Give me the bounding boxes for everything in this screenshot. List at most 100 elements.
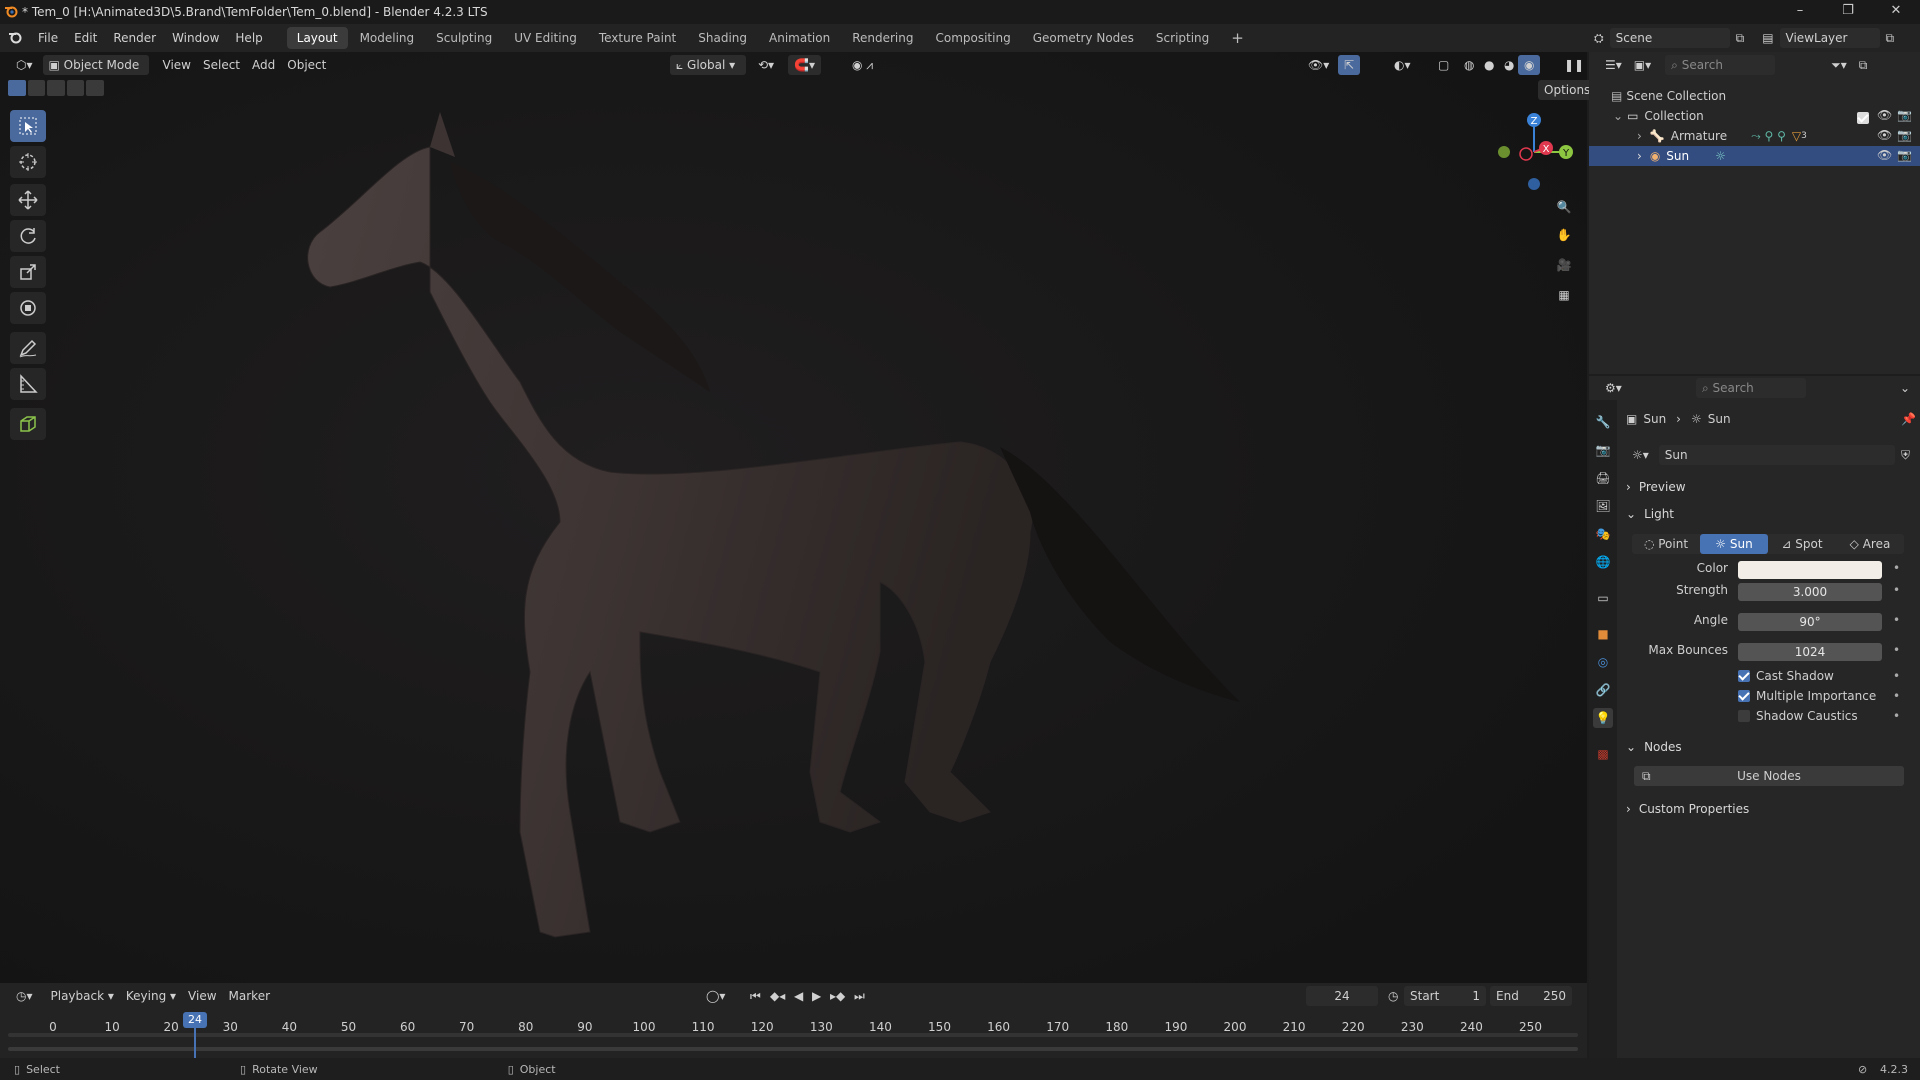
light-type-area[interactable]: ◇ Area (1836, 534, 1904, 554)
tab-compositing[interactable]: Compositing (925, 27, 1020, 49)
cursor-tool[interactable] (10, 146, 46, 178)
texture-tab-icon[interactable]: ▩ (1593, 744, 1613, 764)
playhead-line[interactable] (194, 1028, 196, 1058)
start-frame-field[interactable]: Start 1 (1404, 986, 1486, 1006)
tab-scripting[interactable]: Scripting (1146, 27, 1219, 49)
transform-orientation-dropdown[interactable]: ⟀ Global ▾ (670, 55, 746, 75)
eye-icon[interactable]: 👁 (1877, 108, 1892, 122)
gizmo-neg-z[interactable] (1528, 178, 1540, 190)
constraints-tab-icon[interactable]: 🔗 (1593, 680, 1613, 700)
collection-tab-icon[interactable]: ▭ (1593, 588, 1613, 608)
snap-icon[interactable]: 🧲▾ (788, 55, 821, 75)
new-scene-icon[interactable]: ⧉ (1730, 28, 1751, 48)
scene-tab-icon[interactable]: 🎭 (1593, 524, 1613, 544)
fake-user-shield-icon[interactable]: ⛨ (1895, 445, 1916, 465)
proportional-editing-icon[interactable]: ◉ ⩘ (846, 55, 879, 75)
timeline-menu-view[interactable]: View (182, 986, 222, 1006)
multiple-importance-checkbox[interactable]: Multiple Importance • (1738, 687, 1908, 705)
tab-geometry-nodes[interactable]: Geometry Nodes (1023, 27, 1144, 49)
end-frame-field[interactable]: End 250 (1490, 986, 1572, 1006)
eye-icon[interactable]: 👁 (1877, 128, 1892, 142)
menu-help[interactable]: Help (227, 24, 270, 52)
add-cube-tool[interactable] (10, 408, 46, 440)
preview-range-clock-icon[interactable]: ◷ (1382, 986, 1404, 1006)
timeline-editor-icon[interactable]: ◷▾ (10, 986, 39, 1006)
keyframe-dot-icon[interactable]: • (1893, 613, 1900, 627)
tab-texture-paint[interactable]: Texture Paint (589, 27, 686, 49)
view-layer-field[interactable]: ViewLayer (1779, 28, 1880, 48)
visibility-icon[interactable]: 👁▾ (1302, 55, 1335, 75)
eye-icon[interactable]: 👁 (1877, 148, 1892, 162)
measure-tool[interactable] (10, 368, 46, 400)
overlays-icon[interactable]: ◐▾ (1388, 55, 1417, 75)
current-frame-field[interactable]: 24 (1306, 986, 1378, 1006)
outliner-search-input[interactable]: ⌕ Search (1665, 55, 1776, 75)
camera-icon[interactable]: 📷 (1897, 108, 1912, 122)
select-intersect-icon[interactable] (86, 80, 104, 96)
outliner-row-scene-collection[interactable]: ▤ Scene Collection (1589, 86, 1920, 106)
rendered-shading-icon[interactable]: ◉ (1518, 55, 1541, 75)
scene-icon[interactable]: ⛭ (1588, 28, 1610, 48)
panel-preview-header[interactable]: › Preview (1626, 476, 1916, 498)
rotate-tool[interactable] (10, 220, 46, 252)
playhead-frame-badge[interactable]: 24 (183, 1012, 207, 1028)
keyframe-dot-icon[interactable]: • (1893, 669, 1900, 683)
perspective-grid-icon[interactable]: ▦ (1551, 282, 1577, 308)
chevron-right-icon[interactable]: › (1637, 149, 1642, 163)
xray-icon[interactable]: ▢ (1432, 55, 1455, 75)
chevron-right-icon[interactable]: › (1637, 129, 1642, 143)
angle-field[interactable]: 90° (1738, 613, 1882, 631)
tab-rendering[interactable]: Rendering (842, 27, 923, 49)
panel-light-header[interactable]: ⌄ Light (1626, 503, 1916, 525)
jump-end-icon[interactable]: ⏭ (848, 986, 871, 1006)
timeline-menu-marker[interactable]: Marker (223, 986, 276, 1006)
scale-tool[interactable] (10, 256, 46, 288)
outliner-editor-icon[interactable]: ☰▾ (1599, 55, 1628, 75)
move-tool[interactable] (10, 184, 46, 216)
select-subtract-icon[interactable] (47, 80, 65, 96)
tab-uv-editing[interactable]: UV Editing (504, 27, 587, 49)
tool-tab-icon[interactable]: 🔧 (1593, 412, 1613, 432)
scene-field[interactable]: Scene (1609, 28, 1730, 48)
strength-field[interactable]: 3.000 (1738, 583, 1882, 601)
chevron-down-icon[interactable]: ⌄ (1613, 109, 1623, 123)
timeline-menu-playback[interactable]: Playback ▾ (45, 986, 120, 1006)
mode-selector[interactable]: ▣ Object Mode ▾ (42, 55, 149, 92)
blender-menu-icon[interactable] (0, 30, 30, 47)
auto-keying-icon[interactable]: ◯▾ (700, 986, 731, 1006)
camera-view-icon[interactable]: 🎥 (1551, 252, 1577, 278)
object-tab-icon[interactable]: ■ (1593, 624, 1613, 644)
camera-icon[interactable]: 📷 (1897, 148, 1912, 162)
panel-nodes-header[interactable]: ⌄ Nodes (1626, 736, 1916, 758)
timeline-horizontal-scrollbar[interactable] (8, 1047, 1578, 1051)
properties-options-icon[interactable]: ⌄ (1894, 378, 1916, 398)
world-tab-icon[interactable]: 🌐 (1593, 552, 1613, 572)
datablock-name-field[interactable]: Sun (1658, 445, 1895, 465)
tab-layout[interactable]: Layout (286, 27, 348, 49)
cast-shadow-checkbox[interactable]: Cast Shadow • (1738, 667, 1908, 685)
annotate-tool[interactable] (10, 332, 46, 364)
select-invert-icon[interactable] (66, 80, 85, 96)
properties-editor-icon[interactable]: ⚙▾ (1599, 378, 1628, 398)
menu-edit[interactable]: Edit (66, 24, 105, 52)
camera-icon[interactable]: 📷 (1897, 128, 1912, 142)
filter-icon[interactable]: ⏷▾ (1825, 55, 1853, 75)
editor-type-icon[interactable]: ⬡▾ (10, 55, 39, 75)
tab-shading[interactable]: Shading (688, 27, 757, 49)
menu-render[interactable]: Render (105, 24, 164, 52)
pause-render-icon[interactable]: ❚❚ (1558, 55, 1590, 75)
panel-custom-properties-header[interactable]: › Custom Properties (1626, 798, 1916, 820)
light-datablock-icon[interactable]: ☼▾ (1626, 445, 1655, 465)
select-box-tool[interactable] (10, 110, 46, 142)
select-new-icon[interactable] (8, 80, 26, 96)
tab-sculpting[interactable]: Sculpting (426, 27, 502, 49)
zoom-view-icon[interactable]: 🔍 (1551, 194, 1577, 220)
tab-animation[interactable]: Animation (759, 27, 840, 49)
menu-file[interactable]: File (30, 24, 66, 52)
properties-search-input[interactable]: ⌕ Search (1696, 378, 1806, 398)
gizmo-neg-x[interactable] (1519, 147, 1533, 161)
new-view-layer-icon[interactable]: ⧉ (1880, 28, 1901, 48)
maximize-button[interactable]: ❐ (1828, 0, 1868, 24)
3d-viewport[interactable] (0, 52, 1587, 983)
new-collection-icon[interactable]: ⧉ (1853, 55, 1874, 75)
